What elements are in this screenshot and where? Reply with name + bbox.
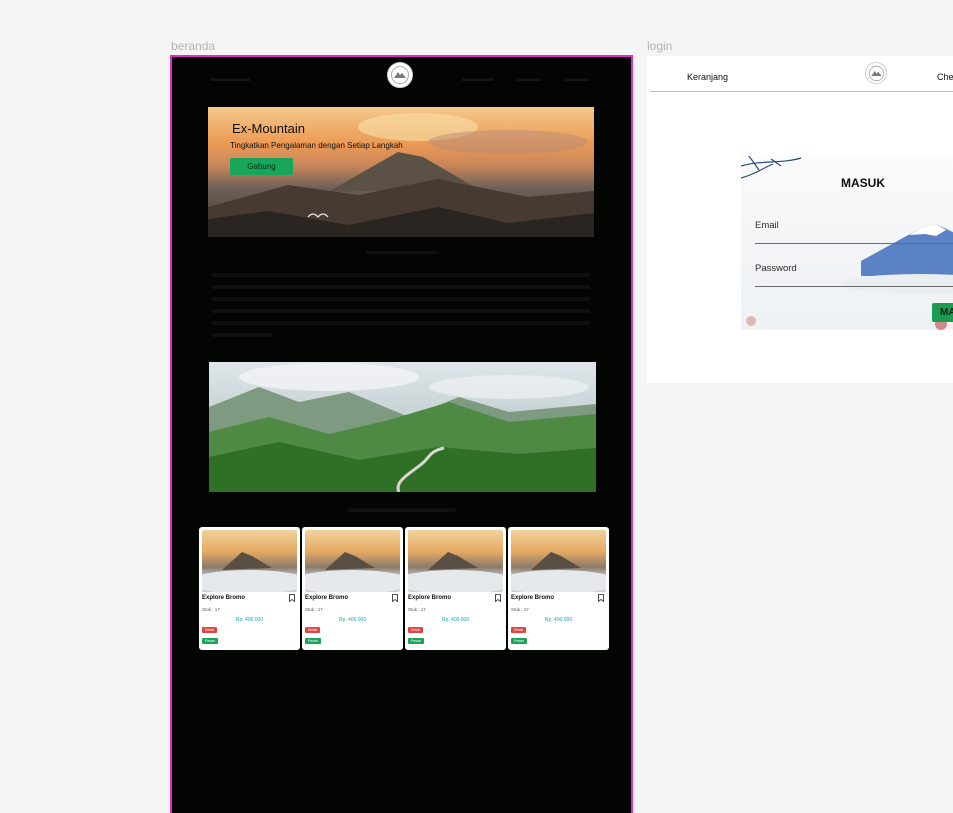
detail-button[interactable]: Detail	[408, 627, 423, 633]
card-title: Explore Bromo	[511, 595, 555, 601]
about-heading-dim: ▬▬▬▬▬▬▬	[366, 246, 437, 257]
bromo-image	[202, 530, 297, 592]
paragraph-line	[212, 321, 590, 325]
order-button[interactable]: Pesan	[511, 638, 527, 644]
frame-label-login[interactable]: login	[647, 39, 672, 53]
card-title: Explore Bromo	[305, 595, 349, 601]
nav-checkout-link[interactable]: Che	[937, 72, 953, 82]
card-title: Explore Bromo	[202, 595, 246, 601]
mountain-logo-icon	[868, 65, 884, 81]
detail-button[interactable]: Detail	[511, 627, 526, 633]
card-price: Rp. 400.000	[235, 617, 264, 623]
order-button[interactable]: Pesan	[202, 638, 218, 644]
packages-heading-dim: ▬▬▬▬▬▬▬▬▬	[347, 501, 456, 515]
landscape-icon	[209, 363, 596, 492]
package-card[interactable]: Explore Bromo Stok : 17 Rp. 400.000 Deta…	[508, 527, 609, 650]
header-divider	[650, 91, 953, 92]
bromo-image	[408, 530, 503, 592]
package-card[interactable]: Explore Bromo Stok : 17 Rp. 400.000 Deta…	[199, 527, 300, 650]
card-stock: Stok : 17	[511, 607, 529, 612]
detail-button[interactable]: Detail	[202, 627, 217, 633]
hero-title: Ex-Mountain	[232, 121, 305, 136]
nav-link-dim[interactable]: ▬▬▬	[565, 74, 589, 83]
bromo-image	[305, 530, 400, 592]
package-card[interactable]: Explore Bromo Stok : 17 Rp. 400.000 Deta…	[405, 527, 506, 650]
order-button[interactable]: Pesan	[408, 638, 424, 644]
paragraph-line	[212, 273, 590, 277]
bromo-image	[511, 530, 606, 592]
card-title: Explore Bromo	[408, 595, 452, 601]
login-card: MASUK Email Password MA	[741, 156, 953, 330]
card-stock: Stok : 17	[305, 607, 323, 612]
paragraph-line	[212, 297, 590, 301]
nav-cart-link[interactable]: Keranjang	[687, 72, 728, 82]
card-stock: Stok : 17	[202, 607, 220, 612]
paragraph-line	[212, 333, 272, 337]
login-frame[interactable]: Keranjang Che MASUK Email Password MA	[647, 56, 953, 383]
paragraph-line	[212, 309, 590, 313]
package-card[interactable]: Explore Bromo Stok : 17 Rp. 400.000 Deta…	[302, 527, 403, 650]
email-label: Email	[755, 220, 779, 231]
card-price: Rp. 400.000	[338, 617, 367, 623]
password-label: Password	[755, 263, 797, 274]
login-title: MASUK	[841, 176, 885, 190]
brand-logo[interactable]	[865, 62, 887, 84]
detail-button[interactable]: Detail	[305, 627, 320, 633]
green-mountain-image	[209, 362, 596, 492]
bookmark-icon[interactable]	[289, 594, 295, 602]
mountain-logo-icon	[391, 66, 409, 84]
nav-link-dim[interactable]: ▬▬▬	[517, 74, 541, 83]
nav-link-dim[interactable]: ▬▬▬▬	[462, 74, 494, 83]
join-button[interactable]: Gabung	[230, 158, 293, 175]
card-price: Rp. 400.000	[544, 617, 573, 623]
email-field[interactable]	[755, 243, 953, 244]
login-submit-button[interactable]: MA	[932, 303, 953, 322]
order-button[interactable]: Pesan	[305, 638, 321, 644]
card-price: Rp. 400.000	[441, 617, 470, 623]
password-field[interactable]	[755, 286, 953, 287]
nav-link-dim[interactable]: ▬▬▬▬▬	[210, 74, 250, 83]
bookmark-icon[interactable]	[392, 594, 398, 602]
paragraph-line	[212, 285, 590, 289]
hero-subtitle: Tingkatkan Pengalaman dengan Setiap Lang…	[230, 141, 403, 150]
bookmark-icon[interactable]	[495, 594, 501, 602]
beranda-frame[interactable]: ▬▬▬▬▬ ▬▬▬▬ ▬▬▬ ▬▬▬ Ex-Mountain Tingkatka…	[170, 55, 633, 813]
frame-label-beranda[interactable]: beranda	[171, 39, 215, 53]
hero-banner: Ex-Mountain Tingkatkan Pengalaman dengan…	[208, 107, 594, 237]
card-stock: Stok : 17	[408, 607, 426, 612]
brand-logo[interactable]	[387, 62, 413, 88]
bookmark-icon[interactable]	[598, 594, 604, 602]
